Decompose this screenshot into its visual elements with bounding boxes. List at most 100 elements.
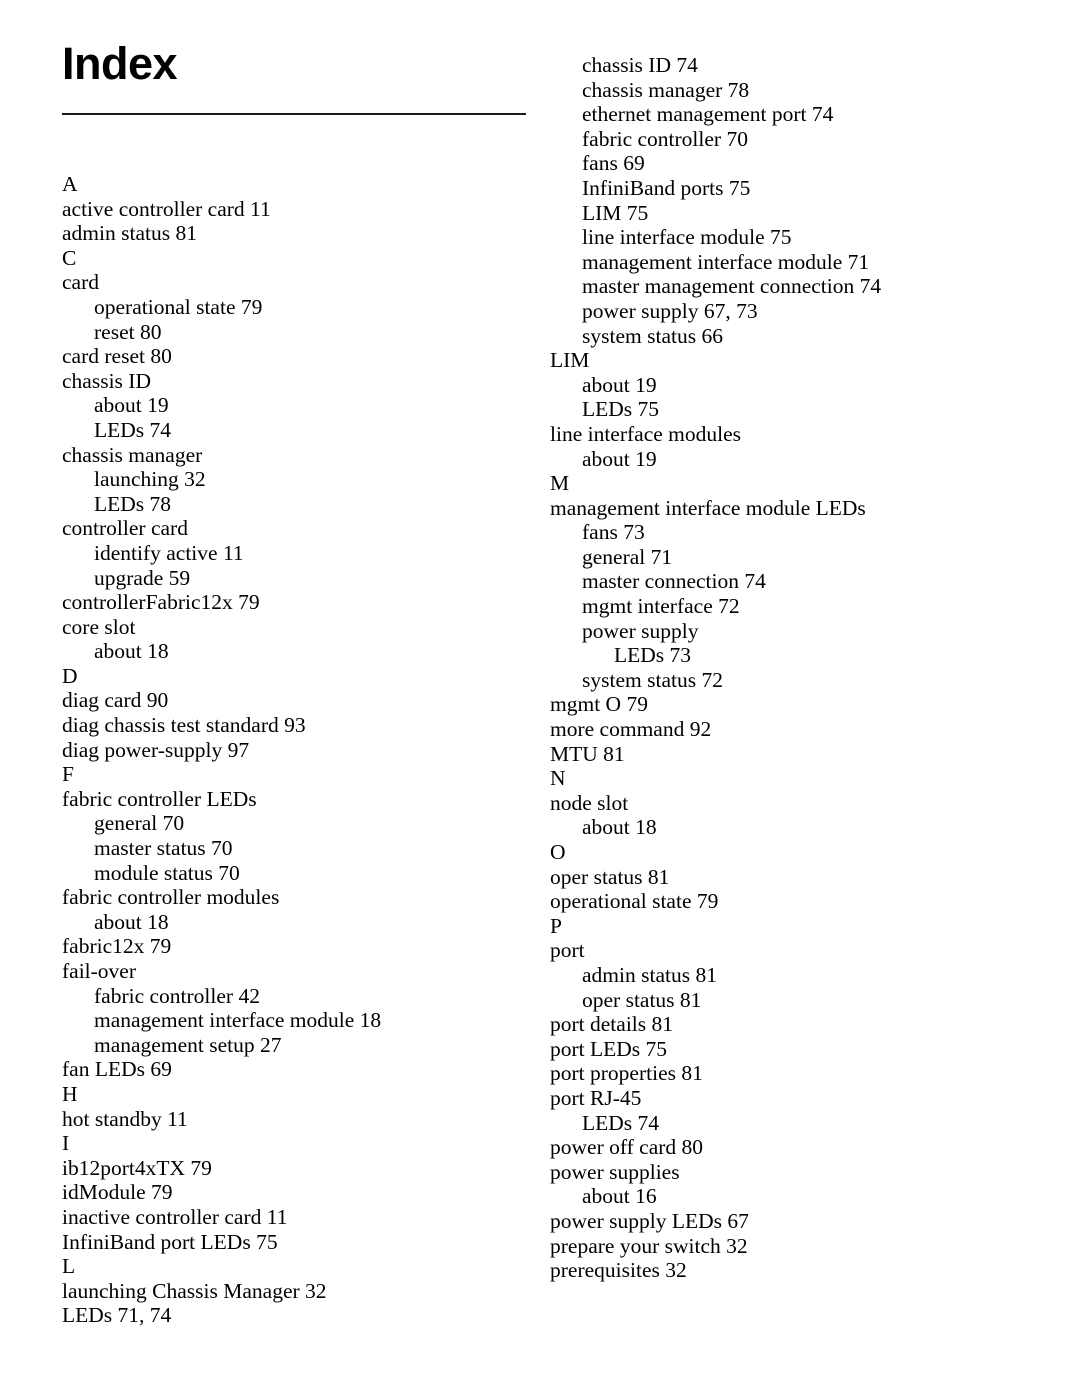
index-page: Index Aactive controller card 11 admin st…	[0, 0, 1080, 1397]
index-entry[interactable]: ethernet management port 74	[550, 102, 1020, 127]
index-letter-heading: I	[62, 1131, 70, 1156]
index-entry[interactable]: admin status 81	[550, 963, 1020, 988]
index-letter-heading: C	[62, 245, 77, 270]
index-entry[interactable]: chassis manager 78	[550, 78, 1020, 103]
index-entry[interactable]: system status 66	[550, 324, 1020, 349]
index-entry[interactable]: master connection 74	[550, 569, 1020, 594]
index-entry[interactable]: node slot	[550, 791, 1020, 816]
index-entry[interactable]: fans 69	[550, 151, 1020, 176]
index-entry[interactable]: admin status 81	[62, 221, 532, 246]
index-entry[interactable]: power supply	[550, 619, 1020, 644]
index-entry[interactable]: prepare your switch 32	[550, 1234, 1020, 1259]
index-entry[interactable]: oper status 81	[550, 988, 1020, 1013]
index-entry[interactable]: operational state 79	[550, 889, 1020, 914]
index-letter-heading: F	[62, 762, 74, 787]
index-entry[interactable]: master status 70	[62, 836, 532, 861]
index-letter-heading: N	[550, 766, 566, 791]
index-entry[interactable]: upgrade 59	[62, 566, 532, 591]
index-entry[interactable]: diag power-supply 97	[62, 738, 532, 763]
index-entry[interactable]: fabric controller 70	[550, 127, 1020, 152]
index-entry[interactable]: about 19	[550, 447, 1020, 472]
index-entry[interactable]: identify active 11	[62, 541, 532, 566]
index-letter-heading: D	[62, 663, 78, 688]
index-letter-heading: L	[62, 1254, 76, 1279]
index-columns: Aactive controller card 11 admin status 8…	[0, 0, 1080, 1397]
index-column-left: Aactive controller card 11 admin status 8…	[62, 172, 532, 1328]
index-entry[interactable]: port RJ-45	[550, 1086, 1020, 1111]
index-entry[interactable]: port properties 81	[550, 1061, 1020, 1086]
index-entry[interactable]: InfiniBand port LEDs 75	[62, 1230, 532, 1255]
index-entry[interactable]: controllerFabric12x 79	[62, 590, 532, 615]
index-entry[interactable]: hot standby 11	[62, 1107, 532, 1132]
index-entry[interactable]: inactive controller card 11	[62, 1205, 532, 1230]
index-entry[interactable]: about 18	[62, 639, 532, 664]
index-entry[interactable]: active controller card 11	[62, 197, 532, 222]
index-entry[interactable]: LEDs 74	[550, 1111, 1020, 1136]
index-letter-heading: O	[550, 840, 566, 864]
index-entry[interactable]: management interface module LEDs	[550, 496, 1020, 521]
index-entry[interactable]: more command 92	[550, 717, 1020, 742]
index-entry[interactable]: power supply 67, 73	[550, 299, 1020, 324]
index-entry[interactable]: LEDs 73	[550, 643, 1020, 668]
index-entry[interactable]: fabric controller LEDs	[62, 787, 532, 812]
index-entry[interactable]: general 71	[550, 545, 1020, 570]
index-entry[interactable]: diag chassis test standard 93	[62, 713, 532, 738]
index-entry[interactable]: fans 73	[550, 520, 1020, 545]
index-entry[interactable]: chassis manager	[62, 443, 532, 468]
index-entry[interactable]: power supply LEDs 67	[550, 1209, 1020, 1234]
index-entry[interactable]: operational state 79	[62, 295, 532, 320]
index-entry[interactable]: card	[62, 270, 532, 295]
index-entry[interactable]: LEDs 78	[62, 492, 532, 517]
index-entry[interactable]: card reset 80	[62, 344, 532, 369]
index-entry[interactable]: about 18	[62, 910, 532, 935]
index-entry[interactable]: about 16	[550, 1184, 1020, 1209]
index-entry[interactable]: power off card 80	[550, 1135, 1020, 1160]
index-entry[interactable]: line interface modules	[550, 422, 1020, 447]
index-entry[interactable]: fabric controller modules	[62, 885, 532, 910]
index-entry[interactable]: fabric controller 42	[62, 984, 532, 1009]
index-entry[interactable]: port LEDs 75	[550, 1037, 1020, 1062]
index-entry[interactable]: prerequisites 32	[550, 1258, 1020, 1283]
index-entry[interactable]: mgmt interface 72	[550, 594, 1020, 619]
index-entry[interactable]: power supplies	[550, 1160, 1020, 1185]
index-entry[interactable]: reset 80	[62, 320, 532, 345]
index-entry[interactable]: about 19	[62, 393, 532, 418]
index-entry[interactable]: port details 81	[550, 1012, 1020, 1037]
index-entry[interactable]: port	[550, 938, 1020, 963]
index-entry[interactable]: LEDs 71, 74	[62, 1303, 532, 1328]
index-entry[interactable]: LIM 75	[550, 201, 1020, 226]
index-entry[interactable]: about 19	[550, 373, 1020, 398]
index-entry[interactable]: LEDs 74	[62, 418, 532, 443]
index-entry[interactable]: ib12port4xTX 79	[62, 1156, 532, 1181]
index-entry[interactable]: LIM	[550, 348, 1020, 373]
index-entry[interactable]: chassis ID	[62, 369, 532, 394]
index-entry[interactable]: diag card 90	[62, 688, 532, 713]
index-entry[interactable]: mgmt O 79	[550, 692, 1020, 717]
index-entry[interactable]: launching 32	[62, 467, 532, 492]
index-entry[interactable]: fan LEDs 69	[62, 1057, 532, 1082]
index-letter-heading: P	[550, 913, 562, 938]
index-letter-heading: H	[62, 1081, 78, 1106]
index-entry[interactable]: InfiniBand ports 75	[550, 176, 1020, 201]
index-entry[interactable]: system status 72	[550, 668, 1020, 693]
index-entry[interactable]: master management connection 74	[550, 274, 1020, 299]
index-entry[interactable]: LEDs 75	[550, 397, 1020, 422]
index-letter-heading: A	[62, 172, 78, 196]
index-entry[interactable]: management interface module 18	[62, 1008, 532, 1033]
index-entry[interactable]: idModule 79	[62, 1180, 532, 1205]
index-entry[interactable]: general 70	[62, 811, 532, 836]
index-entry[interactable]: line interface module 75	[550, 225, 1020, 250]
index-entry[interactable]: core slot	[62, 615, 532, 640]
index-entry[interactable]: oper status 81	[550, 865, 1020, 890]
index-entry[interactable]: launching Chassis Manager 32	[62, 1279, 532, 1304]
index-entry[interactable]: chassis ID 74	[550, 53, 1020, 78]
index-letter-heading: M	[550, 471, 570, 496]
index-entry[interactable]: module status 70	[62, 861, 532, 886]
index-entry[interactable]: about 18	[550, 815, 1020, 840]
index-entry[interactable]: management interface module 71	[550, 250, 1020, 275]
index-entry[interactable]: MTU 81	[550, 742, 1020, 767]
index-entry[interactable]: controller card	[62, 516, 532, 541]
index-entry[interactable]: fail-over	[62, 959, 532, 984]
index-entry[interactable]: management setup 27	[62, 1033, 532, 1058]
index-entry[interactable]: fabric12x 79	[62, 934, 532, 959]
